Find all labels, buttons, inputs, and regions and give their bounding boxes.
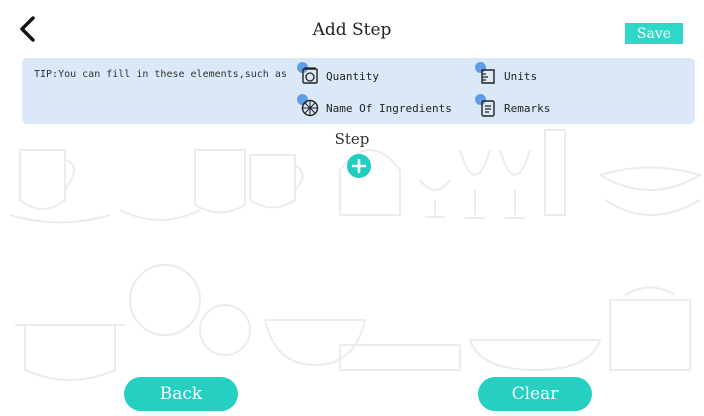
tip-box: TIP:You can fill in these elements,such … <box>22 58 695 124</box>
page-title: Add Step <box>312 20 392 40</box>
tip-item-quantity: Quantity <box>297 62 379 86</box>
tip-text: TIP:You can fill in these elements,such … <box>34 69 287 80</box>
scale-icon <box>297 62 320 86</box>
plus-icon <box>352 159 366 173</box>
add-step-button[interactable] <box>347 154 371 178</box>
notes-icon <box>475 94 498 118</box>
tip-item-label: Quantity <box>326 69 379 83</box>
tip-item-label: Remarks <box>504 101 551 115</box>
tip-item-name-of-ingredients: Name Of Ingredients <box>297 94 452 118</box>
save-button[interactable]: Save <box>625 23 683 44</box>
step-label: Step <box>334 130 370 148</box>
tip-item-remarks: Remarks <box>475 94 551 118</box>
tip-item-label: Units <box>504 69 538 83</box>
tip-item-units: Units <box>475 62 538 86</box>
ingredient-icon <box>297 94 320 118</box>
measuring-cup-icon <box>475 62 498 86</box>
back-button[interactable]: Back <box>124 377 238 411</box>
clear-button[interactable]: Clear <box>478 377 592 411</box>
tip-item-label: Name Of Ingredients <box>326 101 452 115</box>
